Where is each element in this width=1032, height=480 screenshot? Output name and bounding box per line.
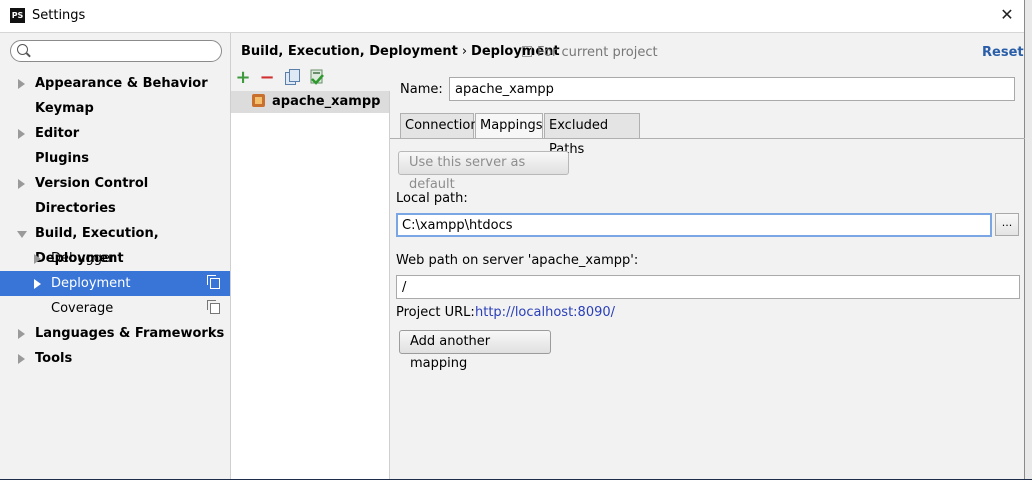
- sidebar-item-label: Debugger: [51, 251, 116, 266]
- sidebar-item-label: Plugins: [35, 151, 89, 166]
- breadcrumb-separator: ›: [461, 44, 468, 59]
- sidebar-item-label: Coverage: [51, 301, 114, 316]
- expand-arrow-icon[interactable]: [34, 254, 41, 264]
- sidebar-item-editor[interactable]: Editor: [0, 121, 230, 146]
- servers-list: apache_xampp: [231, 91, 390, 479]
- use-as-default-button[interactable]: Use this server as default: [398, 151, 569, 192]
- reset-link[interactable]: Reset: [982, 45, 1024, 60]
- sidebar-item-label: Languages & Frameworks: [35, 326, 225, 341]
- sidebar-item-version-control[interactable]: Version Control: [0, 171, 230, 196]
- project-scope-icon: [522, 46, 532, 57]
- search-field[interactable]: [10, 40, 222, 62]
- sidebar-item-appearance-behavior[interactable]: Appearance & Behavior: [0, 71, 230, 96]
- close-button[interactable]: ✕: [998, 6, 1016, 24]
- window-title: Settings: [32, 8, 86, 23]
- sidebar-item-coverage[interactable]: Coverage: [0, 296, 230, 321]
- project-url-link[interactable]: http://localhost:8090/: [475, 305, 615, 320]
- expand-arrow-icon[interactable]: [18, 354, 25, 364]
- sidebar-item-directories[interactable]: Directories: [0, 196, 230, 221]
- sidebar-item-build-execution-deployment[interactable]: Build, Execution, Deployment: [0, 221, 230, 266]
- expand-arrow-icon[interactable]: [18, 329, 25, 339]
- tab-connection[interactable]: Connection: [400, 113, 479, 138]
- add-mapping-button[interactable]: Add another mapping: [399, 330, 551, 371]
- expand-arrow-icon[interactable]: [34, 279, 41, 289]
- tab-mappings[interactable]: Mappings: [475, 113, 543, 139]
- settings-window: PS Settings ✕ Appearance & Behavior Keym…: [0, 0, 1025, 479]
- local-path-label: Local path:: [396, 191, 468, 206]
- remove-server-button[interactable]: −: [258, 69, 276, 87]
- settings-sidebar: Appearance & Behavior Keymap Editor Plug…: [0, 33, 231, 479]
- add-server-button[interactable]: +: [234, 69, 252, 87]
- sidebar-item-keymap[interactable]: Keymap: [0, 96, 230, 121]
- search-input[interactable]: [31, 43, 220, 61]
- app-icon: PS: [10, 8, 25, 23]
- title-bar: PS Settings ✕: [0, 0, 1024, 33]
- search-icon: [17, 44, 28, 55]
- expand-arrow-icon[interactable]: [18, 179, 25, 189]
- web-path-input[interactable]: [396, 275, 1020, 299]
- sidebar-item-debugger[interactable]: Debugger: [0, 246, 230, 271]
- project-url-label: Project URL:: [396, 305, 475, 320]
- expand-arrow-icon[interactable]: [18, 129, 25, 139]
- project-scope-icon: [207, 275, 220, 289]
- sidebar-item-tools[interactable]: Tools: [0, 346, 230, 371]
- server-item-apache-xampp[interactable]: apache_xampp: [231, 91, 389, 113]
- sidebar-item-label: Appearance & Behavior: [35, 76, 208, 91]
- project-scope-note: For current project: [522, 45, 658, 60]
- sidebar-item-label: Version Control: [35, 176, 149, 191]
- breadcrumb-parent[interactable]: Build, Execution, Deployment: [241, 44, 458, 59]
- sidebar-item-label: Directories: [35, 201, 116, 216]
- use-as-default-button[interactable]: [308, 69, 326, 87]
- sidebar-item-label: Editor: [35, 126, 80, 141]
- server-label: apache_xampp: [272, 94, 381, 109]
- project-scope-icon: [207, 300, 220, 314]
- sidebar-item-label: Keymap: [35, 101, 94, 116]
- copy-icon: [289, 69, 300, 82]
- server-name-input[interactable]: [449, 77, 1015, 101]
- check-server-icon: [310, 69, 324, 85]
- for-project-text: For current project: [537, 45, 658, 60]
- background-window-edge: [1025, 0, 1032, 479]
- sidebar-item-languages-frameworks[interactable]: Languages & Frameworks: [0, 321, 230, 346]
- collapse-arrow-icon[interactable]: [17, 231, 27, 238]
- ftp-server-icon: [252, 94, 265, 107]
- copy-server-button[interactable]: [283, 69, 301, 87]
- sidebar-item-deployment[interactable]: Deployment: [0, 271, 230, 296]
- breadcrumb: Build, Execution, Deployment › Deployment: [241, 44, 560, 59]
- name-label: Name:: [400, 82, 443, 97]
- expand-arrow-icon[interactable]: [18, 79, 25, 89]
- sidebar-item-label: Tools: [35, 351, 73, 366]
- local-path-input[interactable]: [396, 213, 992, 237]
- sidebar-item-plugins[interactable]: Plugins: [0, 146, 230, 171]
- tab-excluded-paths[interactable]: Excluded Paths: [544, 113, 640, 157]
- sidebar-item-label: Deployment: [51, 276, 131, 291]
- browse-button[interactable]: ...: [995, 213, 1019, 236]
- web-path-label: Web path on server 'apache_xampp':: [396, 253, 639, 268]
